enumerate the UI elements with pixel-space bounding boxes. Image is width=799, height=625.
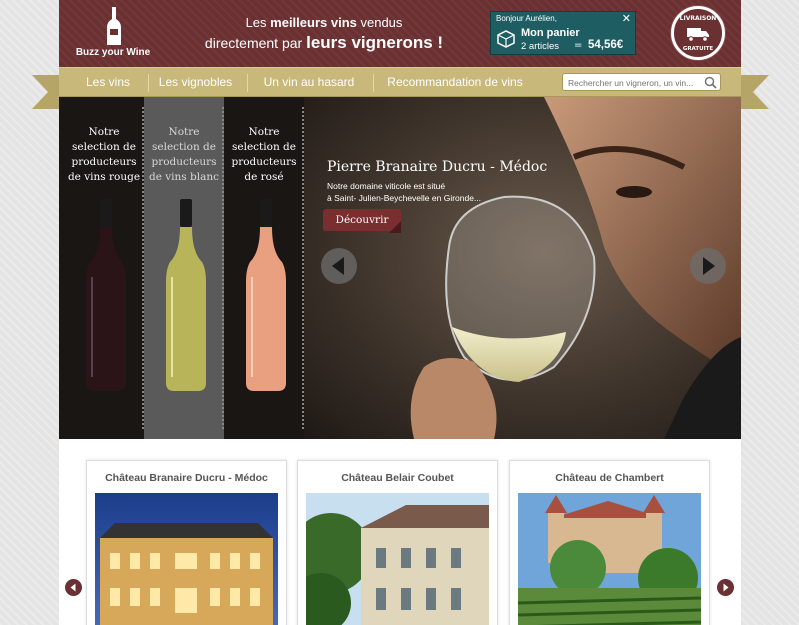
product-card[interactable]: Château Branaire Ducru - Médoc [86,460,287,625]
product-card[interactable]: Château Belair Coubet [297,460,498,625]
ribbon-left-tail [32,75,48,109]
search-box [562,73,721,91]
search-input[interactable] [568,76,700,89]
box-icon [497,30,515,48]
rose-wine-bottle-icon [246,199,286,391]
logo[interactable]: Buzz your Wine [73,7,153,62]
red-wine-bottle-icon [86,199,126,391]
hero-slider: Notre selection de producteurs de vins r… [59,97,741,439]
category-red-wine[interactable]: Notre selection de producteurs de vins r… [64,97,144,439]
white-wine-bottle-icon [166,199,206,391]
truck-icon [687,28,709,42]
ribbon-right-tail [753,75,769,109]
product-image [306,493,489,625]
slider-next-arrow-icon[interactable] [690,248,726,284]
badge-bottom-text: GRATUITE [682,46,714,52]
cart-title: Mon panier [521,27,580,39]
category-red-label: Notre selection de producteurs de vins r… [67,126,141,183]
cart-greeting: Bonjour Aurélien, [496,14,557,23]
search-icon[interactable] [704,76,717,89]
discover-button-fold [389,221,401,233]
product-image [518,493,701,625]
slider-prev-arrow-icon[interactable] [321,248,357,284]
product-card[interactable]: Château de Chambert [509,460,710,625]
category-white-wine[interactable]: Notre selection de producteurs de vins b… [144,97,224,439]
badge-top-text: LIVRAISON [679,15,717,22]
product-title: Château de Chambert [555,472,664,484]
tagline: Les meilleurs vins vendus directement pa… [204,15,444,52]
close-icon[interactable]: ✕ [622,12,631,25]
product-carousel: Château Branaire Ducru - Médoc Château B… [59,439,741,625]
carousel-prev-arrow-icon[interactable] [65,579,82,596]
nav-item-vin-au-hasard[interactable]: Un vin au hasard [255,68,363,96]
free-delivery-badge: LIVRAISON GRATUITE [671,6,725,60]
header: Buzz your Wine Les meilleurs vins vendus… [59,0,741,67]
slide-description: Notre domaine viticole est situé à Saint… [327,181,482,203]
cart-total: 54,56€ [588,39,624,51]
nav-separator [373,74,374,92]
nav-item-les-vins[interactable]: Les vins [73,68,143,96]
slide-title: Pierre Branaire Ducru - Médoc [327,159,548,175]
main-nav: Les vins Les vignobles Un vin au hasard … [59,67,741,97]
nav-separator [148,74,149,92]
nav-item-les-vignobles[interactable]: Les vignobles [153,68,238,96]
product-title: Château Branaire Ducru - Médoc [105,472,268,484]
carousel-next-arrow-icon[interactable] [717,579,734,596]
ribbon-right-fold [740,75,753,109]
category-rose-wine[interactable]: Notre selection de producteurs de rosé [224,97,304,439]
cart-count: 2 articles [521,41,560,52]
category-divider [302,107,304,429]
category-rose-label: Notre selection de producteurs de rosé [231,126,297,183]
nav-separator [247,74,248,92]
cart-widget[interactable]: Bonjour Aurélien, ✕ Mon panier 2 article… [490,11,636,55]
category-white-label: Notre selection de producteurs de vins b… [148,126,220,183]
product-title: Château Belair Coubet [341,472,454,484]
bottle-logo-icon [107,7,121,45]
nav-item-recommandation[interactable]: Recommandation de vins [381,68,529,96]
hero-photo [304,97,741,439]
product-image [95,493,278,625]
cart-equals: = [574,40,583,51]
logo-text: Buzz your Wine [75,47,151,58]
